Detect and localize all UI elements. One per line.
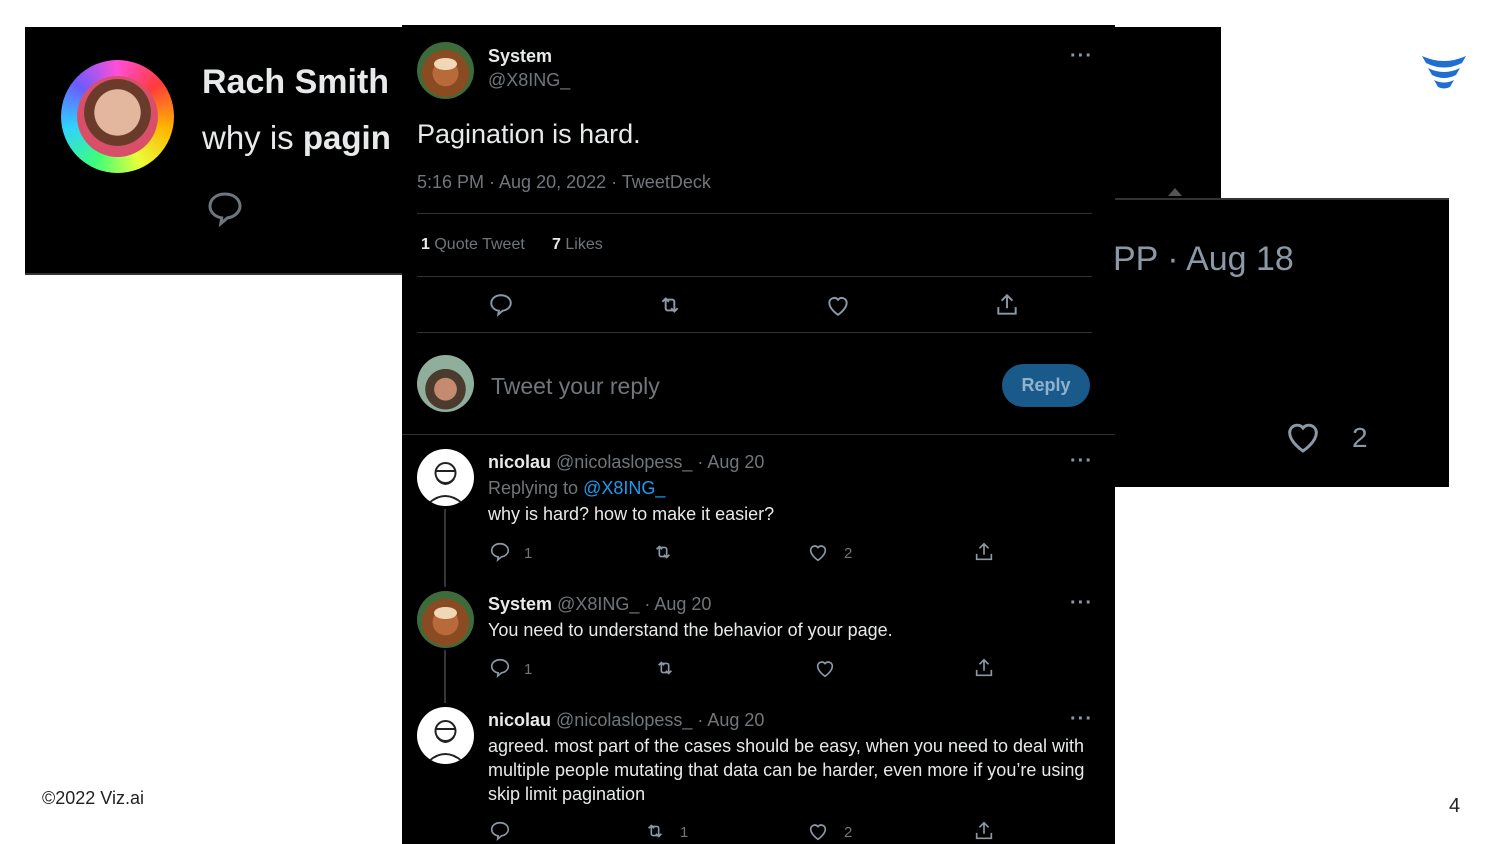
copyright-text: ©2022 Viz.ai: [42, 788, 144, 808]
comment-icon[interactable]: [205, 189, 245, 229]
heart-icon[interactable]: [814, 657, 836, 679]
vizai-logo-icon: [1422, 56, 1466, 89]
heart-icon[interactable]: [807, 541, 829, 563]
reply-header: System @X8ING_ · Aug 20: [488, 594, 711, 615]
reply-header: nicolau @nicolaslopess_ · Aug 20: [488, 710, 764, 731]
reply-text: why is hard? how to make it easier?: [488, 504, 775, 524]
replying-to-link[interactable]: @X8ING_: [583, 478, 665, 498]
reply-author-name[interactable]: System: [488, 594, 552, 614]
more-icon[interactable]: ···: [1070, 592, 1093, 615]
tweet-meta[interactable]: 5:16 PM · Aug 20, 2022 · TweetDeck: [417, 172, 711, 193]
more-icon[interactable]: ···: [1070, 708, 1093, 731]
like-count: 2: [1352, 422, 1368, 453]
replying-to: Replying to @X8ING_: [488, 478, 666, 498]
reply-input[interactable]: Tweet your reply: [491, 373, 660, 400]
more-icon[interactable]: ···: [1070, 450, 1093, 473]
reply-count: 1: [524, 661, 533, 678]
page-number: 4: [1449, 795, 1461, 817]
reply-text-line: agreed. most part of the cases should be…: [488, 736, 1085, 756]
reply-handle-date[interactable]: @X8ING_ · Aug 20: [557, 594, 711, 614]
avatar-nicolau[interactable]: [417, 449, 474, 506]
like-count: 2: [844, 545, 853, 562]
comment-icon[interactable]: [489, 657, 511, 679]
reply-text-line: skip limit pagination: [488, 784, 646, 804]
reply-handle-date[interactable]: @nicolaslopess_ · Aug 20: [556, 452, 764, 472]
reply-count: 1: [524, 545, 533, 562]
share-icon[interactable]: [973, 541, 995, 563]
author-handle[interactable]: @X8ING_: [488, 70, 570, 91]
retweet-count: 1: [680, 824, 689, 841]
avatar-rach-smith[interactable]: [61, 60, 174, 173]
caret-up-icon: [1168, 188, 1182, 196]
tweet-date: PP · Aug 18: [1113, 240, 1294, 278]
reply-handle-date[interactable]: @nicolaslopess_ · Aug 20: [556, 710, 764, 730]
avatar-system[interactable]: [417, 591, 474, 648]
like-count: 2: [844, 824, 853, 841]
reply-text-line: multiple people mutating that data can b…: [488, 760, 1085, 780]
heart-icon[interactable]: [825, 292, 851, 318]
reply-button[interactable]: Reply: [1002, 364, 1090, 407]
retweet-icon[interactable]: [643, 820, 667, 842]
likes-stat[interactable]: 7 Likes: [552, 236, 603, 254]
reply-header: nicolau @nicolaslopess_ · Aug 20: [488, 452, 764, 473]
heart-icon[interactable]: [1282, 416, 1324, 456]
author-name[interactable]: Rach Smith: [202, 63, 389, 102]
avatar-current-user[interactable]: [417, 355, 474, 412]
tweet-detail-panel: System @X8ING_ ··· Pagination is hard. 5…: [402, 25, 1115, 844]
reply-text: You need to understand the behavior of y…: [488, 620, 893, 640]
tweet-text: why is pagin: [202, 119, 391, 156]
retweet-icon[interactable]: [653, 657, 677, 679]
author-name[interactable]: System: [488, 46, 552, 67]
share-icon[interactable]: [994, 292, 1020, 318]
comment-icon[interactable]: [489, 541, 511, 563]
retweet-icon[interactable]: [656, 292, 684, 318]
share-icon[interactable]: [973, 820, 995, 842]
background-tweet-right: PP · Aug 18 2: [1110, 188, 1449, 487]
avatar-nicolau[interactable]: [417, 707, 474, 764]
reply-author-name[interactable]: nicolau: [488, 710, 551, 730]
avatar-system[interactable]: [417, 42, 474, 99]
tweet-text: Pagination is hard.: [417, 119, 641, 149]
heart-icon[interactable]: [807, 820, 829, 842]
reply-author-name[interactable]: nicolau: [488, 452, 551, 472]
quote-tweet-stat[interactable]: 1 Quote Tweet: [421, 236, 525, 254]
more-icon[interactable]: ···: [1070, 45, 1093, 68]
retweet-icon[interactable]: [651, 541, 675, 563]
comment-icon[interactable]: [489, 820, 511, 842]
comment-icon[interactable]: [488, 292, 514, 318]
share-icon[interactable]: [973, 657, 995, 679]
